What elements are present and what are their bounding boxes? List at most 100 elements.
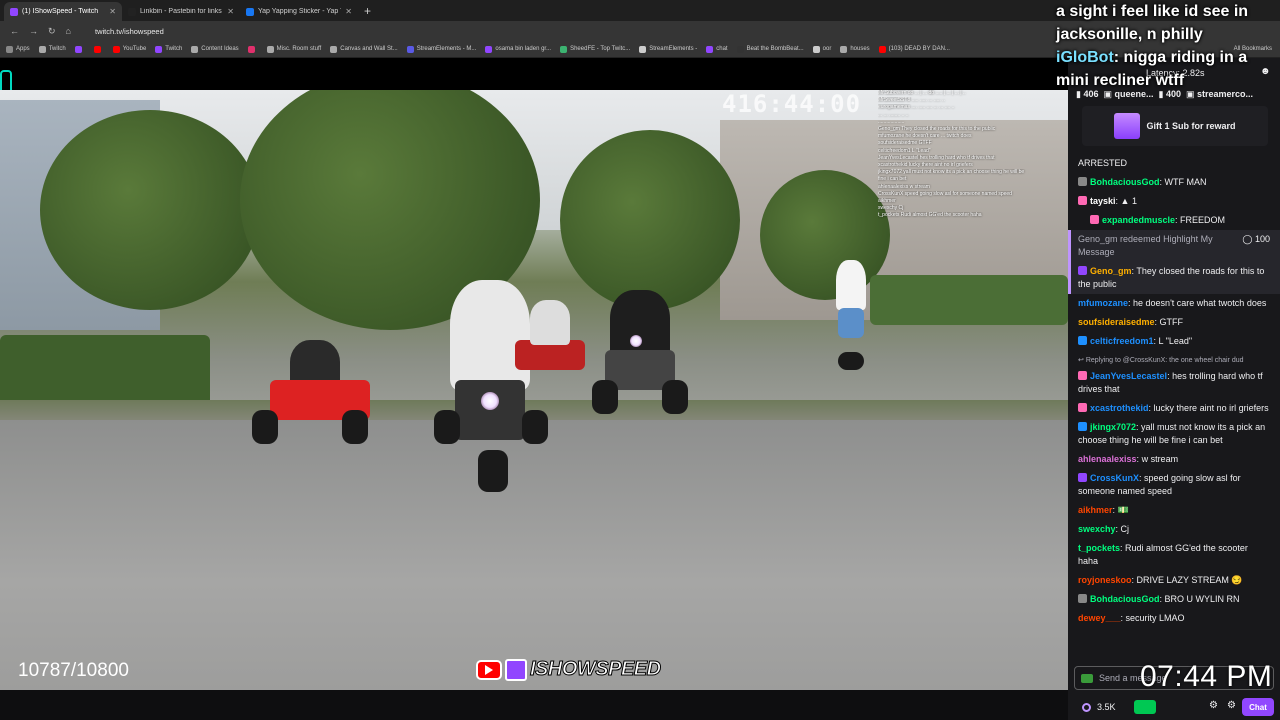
overlay-chat-line: MrSweetSST8 ..... ..... ... ..... .. xyxy=(878,97,945,104)
chat-username[interactable]: ahlenaalexiss xyxy=(1078,454,1137,464)
close-icon[interactable]: ✕ xyxy=(345,7,352,16)
bookmark-item[interactable]: Twitch xyxy=(155,45,182,53)
address-bar[interactable]: twitch.tv/ishowspeed xyxy=(95,27,164,36)
chat-username[interactable]: JeanYvesLecastel xyxy=(1090,371,1167,381)
redeemer-name[interactable]: Geno_gm xyxy=(1078,234,1118,244)
badge-icon[interactable] xyxy=(1078,336,1087,345)
badge-icon[interactable] xyxy=(1078,594,1087,603)
overlay-chat-line: Geno_gm They closed the roads for this t… xyxy=(878,126,996,133)
video-hedge xyxy=(870,275,1068,325)
bonus-points-button[interactable] xyxy=(1133,700,1156,714)
reload-icon[interactable]: ↻ xyxy=(48,26,56,37)
chat-message: swexchy: Cj xyxy=(1078,524,1130,534)
chat-message: BohdaciousGod: BRO U WYLIN RN xyxy=(1068,590,1280,609)
gift-sub-reward-button[interactable]: Gift 1 Sub for reward xyxy=(1082,106,1268,146)
close-icon[interactable]: ✕ xyxy=(227,7,234,16)
back-icon[interactable]: ← xyxy=(10,26,19,36)
tab-title: Yap Yapping Sticker - Yap Yappi... xyxy=(258,8,341,15)
bookmark-icon xyxy=(560,45,568,53)
video-tree xyxy=(40,110,260,310)
bookmark-icon xyxy=(247,45,255,53)
message-text: 💵 xyxy=(1117,505,1129,515)
chat-message: t_pockets: Rudi almost GG'ed the scooter… xyxy=(1078,543,1248,566)
overlay-username: iGloBot xyxy=(1056,49,1114,66)
badge-icon[interactable] xyxy=(1090,215,1099,224)
chat-username[interactable]: swexchy xyxy=(1078,524,1116,534)
mod-tools-icon[interactable]: ⚙ xyxy=(1209,700,1218,711)
emote-icon[interactable] xyxy=(1081,674,1093,683)
settings-icon[interactable]: ⚙ xyxy=(1227,700,1236,711)
video-hedge xyxy=(0,335,210,410)
message-text: L "Lead" xyxy=(1158,336,1193,346)
chat-username[interactable]: jkingx7072 xyxy=(1090,422,1136,432)
chat-username[interactable]: xcastrothekid xyxy=(1090,403,1149,413)
bookmark-item[interactable]: SheedFE - Top Twitc... xyxy=(560,45,630,53)
bookmark-item[interactable]: houses xyxy=(840,45,870,53)
bookmark-item[interactable] xyxy=(93,45,104,53)
overlay-chat-line: ... ... ........ .. .. xyxy=(878,111,909,118)
bookmark-label: houses xyxy=(850,46,870,52)
video-player[interactable]: 416:44:00 Mr.Subovern do ... | ... do ..… xyxy=(0,90,1068,690)
chat-username[interactable]: BohdaciousGod xyxy=(1090,177,1160,187)
browser-tab[interactable]: Yap Yapping Sticker - Yap Yappi... ✕ xyxy=(240,2,358,21)
home-icon[interactable]: ⌂ xyxy=(66,26,71,36)
badge-icon[interactable] xyxy=(1078,473,1087,482)
bookmark-item[interactable]: StreamElements - xyxy=(639,45,697,53)
channel-points-icon[interactable] xyxy=(1082,702,1091,712)
bookmark-item[interactable]: Apps xyxy=(6,45,30,53)
message-text: BRO U WYLIN RN xyxy=(1164,594,1240,604)
bookmark-item[interactable]: Canvas and Wall St... xyxy=(330,45,398,53)
chat-message-list: ARRESTED BohdaciousGod: WTF MAN tayski: ▲ … xyxy=(1068,154,1280,628)
video-overlay-chat: Mr.Subovern do ... | ... do ..... | ... … xyxy=(878,90,1066,220)
chat-username[interactable]: dewey___ xyxy=(1078,613,1121,623)
bookmark-item[interactable]: Content Ideas xyxy=(191,45,239,53)
chat-username[interactable]: t_pockets xyxy=(1078,543,1120,553)
bookmark-item[interactable]: (103) DEAD BY DAN... xyxy=(878,45,950,53)
badge-icon[interactable] xyxy=(1078,177,1087,186)
chat-username[interactable]: celticfreedom1 xyxy=(1090,336,1154,346)
badge-icon[interactable] xyxy=(1078,403,1087,412)
chat-username[interactable]: BohdaciousGod xyxy=(1090,594,1160,604)
bookmark-item[interactable]: YouTube xyxy=(112,45,146,53)
tab-title: (1) IShowSpeed - Twitch xyxy=(22,8,99,15)
bookmark-item[interactable]: oor xyxy=(812,45,831,53)
bookmark-item[interactable] xyxy=(247,45,258,53)
redemption-notice: ◯ 100 Geno_gm redeemed Highlight My Messa… xyxy=(1068,230,1280,262)
badge-icon[interactable] xyxy=(1078,422,1087,431)
chat-message: JeanYvesLecastel: hes trolling hard who … xyxy=(1078,371,1263,394)
bookmark-item[interactable]: osama bin laden gr... xyxy=(485,45,551,53)
badge-icon[interactable] xyxy=(1078,266,1087,275)
message-text: lucky there aint no irl griefers xyxy=(1153,403,1269,413)
tab-favicon-icon xyxy=(128,7,136,16)
chat-username[interactable]: soufsideraisedme xyxy=(1078,317,1155,327)
chat-username[interactable]: mfumozane xyxy=(1078,298,1128,308)
overlay-chat-line: aikhmer xyxy=(878,198,896,205)
chat-username[interactable]: aikhmer xyxy=(1078,505,1113,515)
bookmark-item[interactable]: Misc. Room stuff xyxy=(266,45,321,53)
bookmark-label: Apps xyxy=(16,46,30,52)
close-icon[interactable]: ✕ xyxy=(109,7,116,16)
chat-username[interactable]: CrossKunX xyxy=(1090,473,1139,483)
bookmark-item[interactable]: Twitch xyxy=(38,45,66,53)
chat-username[interactable]: royjoneskoo xyxy=(1078,575,1132,585)
chat-send-button[interactable]: Chat xyxy=(1242,698,1274,716)
forward-icon[interactable]: → xyxy=(29,26,38,36)
badge-icon[interactable] xyxy=(1078,371,1087,380)
bookmark-item[interactable]: StreamElements - M... xyxy=(406,45,476,53)
browser-tab[interactable]: (1) IShowSpeed - Twitch ✕ xyxy=(4,2,122,21)
message-text: DRIVE LAZY STREAM 😏 xyxy=(1136,575,1243,585)
bookmark-item[interactable]: Beat the BombBeat... xyxy=(736,45,804,53)
reply-context: ↩ Replying to @CrossKunX: the one wheel … xyxy=(1078,357,1244,364)
bookmark-label: Canvas and Wall St... xyxy=(340,46,398,52)
browser-tab[interactable]: Linkbin - Pastebin for links ✕ xyxy=(122,2,240,21)
badge-icon[interactable] xyxy=(1078,196,1087,205)
chat-username[interactable]: Geno_gm xyxy=(1090,266,1132,276)
video-atv-back xyxy=(510,300,590,390)
chat-username[interactable]: expandedmuscle xyxy=(1102,215,1175,225)
bookmark-item[interactable]: chat xyxy=(706,45,728,53)
bookmark-icon xyxy=(93,45,101,53)
bookmark-item[interactable] xyxy=(74,45,85,53)
bookmark-icon xyxy=(6,45,13,53)
chat-username[interactable]: tayski xyxy=(1090,196,1116,206)
new-tab-button[interactable]: + xyxy=(364,4,371,18)
